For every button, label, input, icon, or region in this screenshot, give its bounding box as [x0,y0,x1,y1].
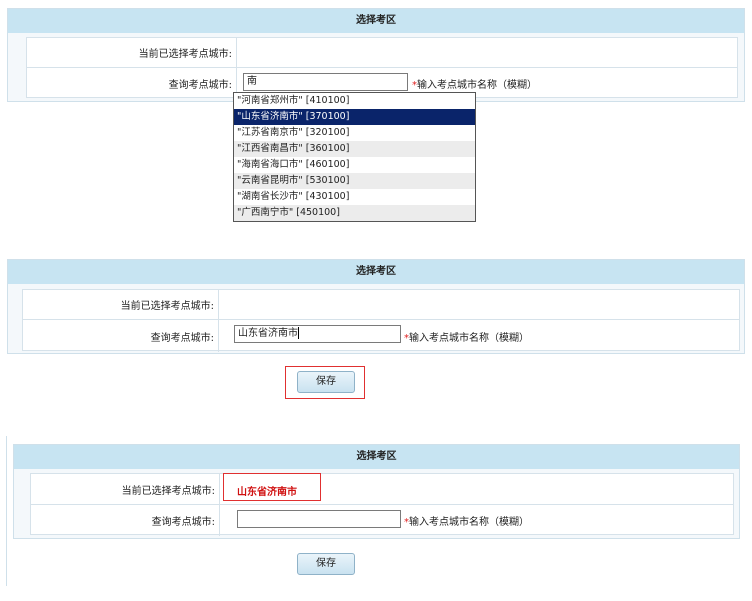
query-city-label: 查询考点城市: [31,505,220,536]
query-city-label: 查询考点城市: [27,68,237,99]
query-city-input[interactable] [237,510,401,528]
suggestion-item[interactable]: "湖南省长沙市" [430100] [234,189,475,205]
city-select-panel-2: 选择考区 当前已选择考点城市: 查询考点城市: 山东省济南市 *输入考点城市名称… [7,259,745,354]
form-table: 当前已选择考点城市: 查询考点城市: 南 *输入考点城市名称（模糊） [26,37,738,99]
query-city-hint: *输入考点城市名称（模糊） [404,329,529,344]
current-city-label: 当前已选择考点城市: [31,474,220,504]
suggestion-item[interactable]: "河南省郑州市" [410100] [234,93,475,109]
current-city-row: 当前已选择考点城市: [23,290,739,320]
query-city-row: 查询考点城市: 山东省济南市 *输入考点城市名称（模糊） [23,320,739,352]
query-city-input-value: 山东省济南市 [238,328,298,339]
city-select-panel-1: 选择考区 当前已选择考点城市: 查询考点城市: 南 *输入考点城市名称（模糊） [7,8,745,102]
current-city-row: 当前已选择考点城市: 山东省济南市 [31,474,733,505]
panel-title: 选择考区 [14,445,739,469]
hint-text: 输入考点城市名称（模糊） [409,333,529,344]
form-table: 当前已选择考点城市: 山东省济南市 查询考点城市: *输入考点城市名称（模糊） [30,473,734,536]
save-button[interactable]: 保存 [297,371,355,393]
hint-text: 输入考点城市名称（模糊） [409,517,529,528]
current-city-row: 当前已选择考点城市: [27,38,737,68]
suggestion-item[interactable]: "江西省南昌市" [360100] [234,141,475,157]
query-city-hint: *输入考点城市名称（模糊） [404,513,529,528]
query-city-label: 查询考点城市: [23,320,219,352]
city-select-panel-3: 选择考区 当前已选择考点城市: 山东省济南市 查询考点城市: *输入考点城市名称… [13,444,740,539]
suggestion-item[interactable]: "广西南宁市" [450100] [234,205,475,221]
query-city-input[interactable]: 南 [243,73,408,91]
save-button[interactable]: 保存 [297,553,355,575]
suggestion-item[interactable]: "海南省海口市" [460100] [234,157,475,173]
suggestion-item[interactable]: "云南省昆明市" [530100] [234,173,475,189]
query-city-hint: *输入考点城市名称（模糊） [412,76,537,91]
suggestion-item[interactable]: "江苏省南京市" [320100] [234,125,475,141]
current-city-label: 当前已选择考点城市: [27,38,237,67]
text-caret [298,327,299,339]
city-suggestion-dropdown: "河南省郑州市" [410100] "山东省济南市" [370100] "江苏省… [233,92,476,222]
current-city-label: 当前已选择考点城市: [23,290,219,319]
query-city-row: 查询考点城市: *输入考点城市名称（模糊） [31,505,733,536]
query-city-input[interactable]: 山东省济南市 [234,325,401,343]
suggestion-item-selected[interactable]: "山东省济南市" [370100] [234,109,475,125]
hint-text: 输入考点城市名称（模糊） [417,80,537,91]
selected-city-highlight [223,473,321,501]
panel-title: 选择考区 [8,9,744,33]
panel-left-border [6,436,7,586]
panel-title: 选择考区 [8,260,744,284]
form-table: 当前已选择考点城市: 查询考点城市: 山东省济南市 *输入考点城市名称（模糊） [22,289,740,352]
